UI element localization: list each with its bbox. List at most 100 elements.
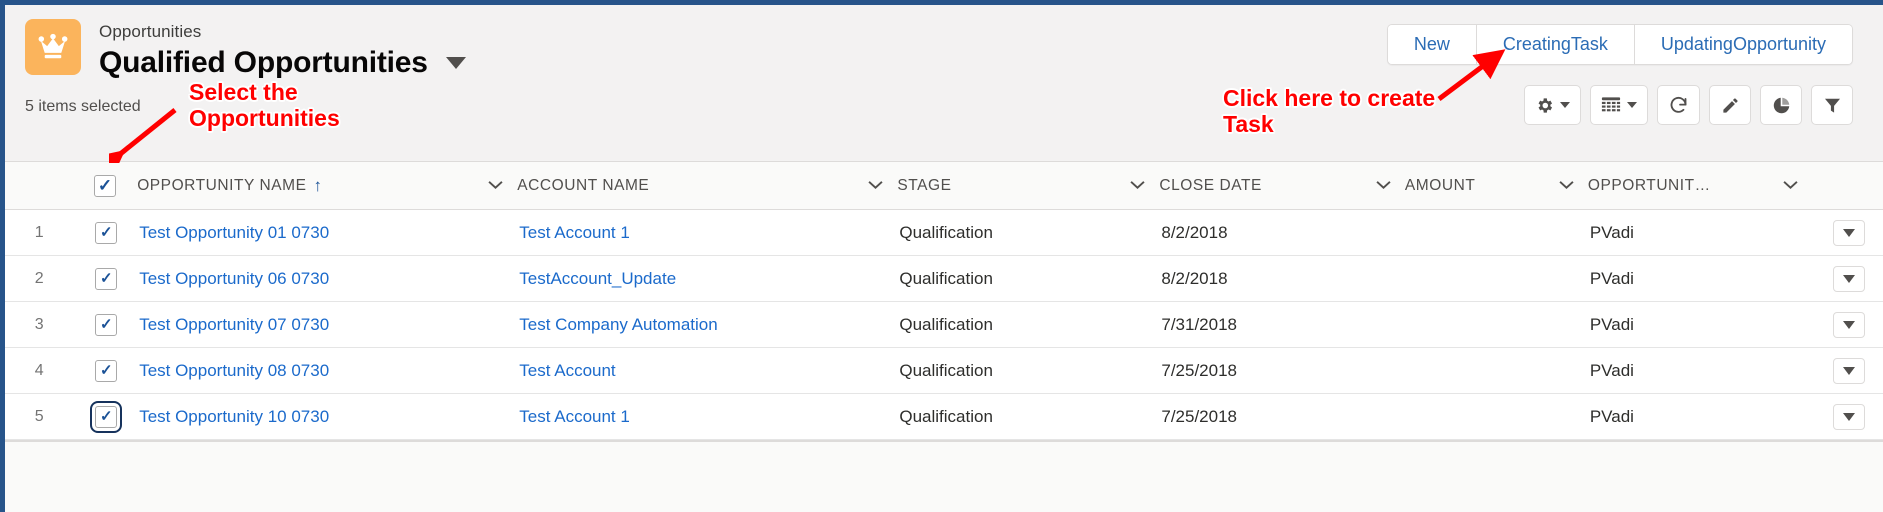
header-close-date-label: CLOSE DATE <box>1159 176 1262 194</box>
list-view-controls-button[interactable] <box>1524 85 1581 125</box>
row-select-cell: ✓ <box>73 301 138 348</box>
check-icon: ✓ <box>100 270 113 287</box>
page-header-titles: Opportunities Qualified Opportunities <box>99 19 466 81</box>
row-checkbox[interactable]: ✓ <box>90 400 123 433</box>
header-opportunity-name[interactable]: OPPORTUNITY NAME ↑ <box>137 162 518 210</box>
row-checkbox[interactable]: ✓ <box>95 221 118 244</box>
page-header-brand: Opportunities Qualified Opportunities <box>25 19 466 81</box>
table-row[interactable]: 5 ✓ Test Opportunity 10 0730 Test Account 1… <box>5 393 1883 440</box>
chevron-down-icon <box>1560 102 1570 108</box>
chevron-down-icon[interactable] <box>445 57 466 69</box>
account-name-link[interactable]: Test Account 1 <box>519 223 630 242</box>
new-button[interactable]: New <box>1387 25 1476 64</box>
cell-close-date: 7/25/2018 <box>1159 347 1405 394</box>
cell-amount <box>1404 393 1588 440</box>
row-number: 1 <box>5 209 74 256</box>
cell-close-date: 7/25/2018 <box>1159 393 1405 440</box>
row-number: 4 <box>5 347 74 394</box>
cell-opportunity-owner: PVadi <box>1587 255 1813 302</box>
opportunity-name-link[interactable]: Test Opportunity 07 0730 <box>139 315 329 334</box>
cell-opportunity-owner: PVadi <box>1587 347 1813 394</box>
row-actions-button[interactable] <box>1832 219 1865 246</box>
cell-row-actions <box>1812 393 1883 440</box>
cell-amount <box>1404 347 1588 394</box>
filters-button[interactable] <box>1811 85 1853 125</box>
cell-row-actions <box>1812 347 1883 394</box>
check-icon: ✓ <box>100 362 113 379</box>
row-actions-button[interactable] <box>1832 403 1865 430</box>
chevron-down-icon <box>1842 320 1855 329</box>
header-stage[interactable]: STAGE <box>897 162 1160 210</box>
cell-opportunity-name: Test Opportunity 10 0730 <box>137 393 518 440</box>
account-name-link[interactable]: Test Account <box>519 361 615 380</box>
table-row[interactable]: 3 ✓ Test Opportunity 07 0730 Test Company A… <box>5 301 1883 348</box>
refresh-icon <box>1668 95 1689 116</box>
row-actions-button[interactable] <box>1832 311 1865 338</box>
header-amount[interactable]: AMOUNT <box>1404 162 1588 210</box>
cell-row-actions <box>1812 301 1883 348</box>
chevron-down-icon[interactable] <box>1551 177 1574 195</box>
row-actions-button[interactable] <box>1832 357 1865 384</box>
row-number: 3 <box>5 301 74 348</box>
charts-button[interactable] <box>1760 85 1802 125</box>
display-as-button[interactable] <box>1590 85 1648 125</box>
gear-icon <box>1535 96 1554 115</box>
cell-account-name: Test Account 1 <box>517 393 898 440</box>
table-row[interactable]: 1 ✓ Test Opportunity 01 0730 Test Account 1… <box>5 209 1883 256</box>
cell-account-name: TestAccount_Update <box>517 255 898 302</box>
filter-icon <box>1823 96 1842 115</box>
opportunity-name-link[interactable]: Test Opportunity 06 0730 <box>139 269 329 288</box>
cell-stage: Qualification <box>897 255 1160 302</box>
account-name-link[interactable]: Test Account 1 <box>519 407 630 426</box>
header-close-date[interactable]: CLOSE DATE <box>1159 162 1405 210</box>
cell-opportunity-owner: PVadi <box>1587 393 1813 440</box>
edit-button[interactable] <box>1709 85 1751 125</box>
cell-account-name: Test Account 1 <box>517 209 898 256</box>
row-checkbox[interactable]: ✓ <box>95 267 118 290</box>
cell-opportunity-name: Test Opportunity 07 0730 <box>137 301 518 348</box>
row-number: 5 <box>5 393 74 440</box>
chevron-down-icon <box>1842 274 1855 283</box>
chevron-down-icon <box>1627 102 1637 108</box>
chevron-down-icon[interactable] <box>1122 177 1145 195</box>
cell-opportunity-owner: PVadi <box>1587 209 1813 256</box>
check-icon: ✓ <box>97 176 113 195</box>
account-name-link[interactable]: TestAccount_Update <box>519 269 676 288</box>
cell-stage: Qualification <box>897 347 1160 394</box>
row-number: 2 <box>5 255 74 302</box>
cell-amount <box>1404 301 1588 348</box>
cell-account-name: Test Account <box>517 347 898 394</box>
row-checkbox[interactable]: ✓ <box>95 313 118 336</box>
annotation-click-create-task: Click here to create Task <box>1223 85 1436 137</box>
opportunity-name-link[interactable]: Test Opportunity 01 0730 <box>139 223 329 242</box>
header-row-number <box>5 162 74 210</box>
header-row-actions <box>1812 162 1883 210</box>
cell-opportunity-owner: PVadi <box>1587 301 1813 348</box>
updating-opportunity-button[interactable]: UpdatingOpportunity <box>1633 25 1852 64</box>
annotation-select-opportunities: Select the Opportunities <box>189 79 340 131</box>
cell-close-date: 8/2/2018 <box>1159 255 1405 302</box>
table-row[interactable]: 2 ✓ Test Opportunity 06 0730 TestAccount_Up… <box>5 255 1883 302</box>
row-checkbox[interactable]: ✓ <box>95 359 118 382</box>
refresh-button[interactable] <box>1657 85 1700 125</box>
opportunity-name-link[interactable]: Test Opportunity 10 0730 <box>139 407 329 426</box>
select-all-checkbox[interactable]: ✓ <box>94 174 117 197</box>
account-name-link[interactable]: Test Company Automation <box>519 315 717 334</box>
creating-task-button[interactable]: CreatingTask <box>1475 25 1634 64</box>
opportunity-name-link[interactable]: Test Opportunity 08 0730 <box>139 361 329 380</box>
table-header-row: ✓ OPPORTUNITY NAME ↑ ACCOUNT NAME STAGE … <box>5 162 1883 210</box>
chevron-down-icon[interactable] <box>860 177 883 195</box>
row-actions-button[interactable] <box>1832 265 1865 292</box>
header-stage-label: STAGE <box>897 176 952 194</box>
action-button-group: New CreatingTask UpdatingOpportunity <box>1386 24 1853 65</box>
chevron-down-icon[interactable] <box>1775 177 1798 195</box>
header-account-name[interactable]: ACCOUNT NAME <box>517 162 898 210</box>
crown-icon <box>25 19 81 75</box>
chevron-down-icon[interactable] <box>480 177 503 195</box>
header-amount-label: AMOUNT <box>1404 176 1476 194</box>
check-icon: ✓ <box>100 316 113 333</box>
chevron-down-icon[interactable] <box>1368 177 1391 195</box>
table-row[interactable]: 4 ✓ Test Opportunity 08 0730 Test Account Qu… <box>5 347 1883 394</box>
header-opportunity-owner[interactable]: OPPORTUNIT… <box>1587 162 1813 210</box>
chevron-down-icon <box>1842 366 1855 375</box>
